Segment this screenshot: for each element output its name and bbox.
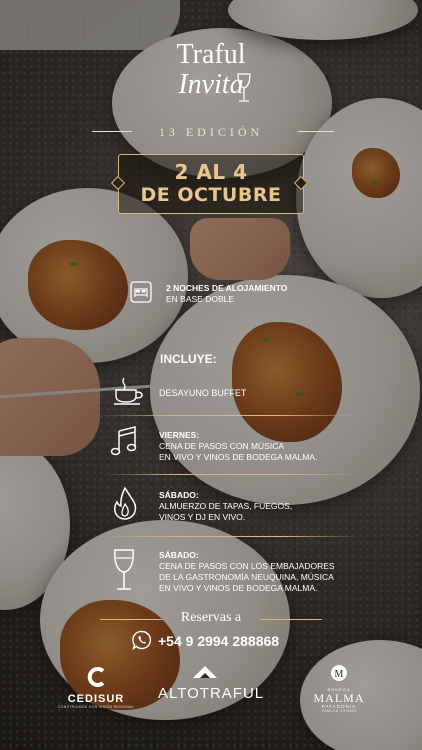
friday-line-1: CENA DE PASOS CON MÚSICA xyxy=(159,441,285,451)
wine-glass-logo-icon xyxy=(237,73,251,102)
saturday-lunch-day: SÁBADO: xyxy=(159,490,199,500)
saturday-lunch-line-1: ALMUERZO DE TAPAS, FUEGOS, xyxy=(159,501,293,511)
bed-icon xyxy=(130,281,152,303)
separator xyxy=(100,536,360,537)
edition-label: 13 EDICIÓN xyxy=(158,125,264,139)
separator xyxy=(100,474,360,475)
date-box: 2 AL 4 DE OCTUBRE xyxy=(118,154,304,214)
reservations-label: Reservas a xyxy=(180,610,242,625)
whatsapp-icon xyxy=(132,630,152,650)
includes-heading: INCLUYE: xyxy=(160,352,217,366)
wine-glass-icon xyxy=(114,549,134,590)
malma-logo: M BODEGA MALMA PATAGONIA FAMILIA VIRANO xyxy=(306,664,372,713)
coffee-cup-icon xyxy=(114,377,143,405)
lodging-title: 2 NOCHES DE ALOJAMIENTO xyxy=(166,283,288,293)
saturday-dinner-line-1: CENA DE PASOS CON LOS EMBAJADORES xyxy=(159,561,335,571)
saturday-lunch-line-2: VINOS Y DJ EN VIVO. xyxy=(159,512,246,522)
cedisur-logo: CEDISUR CONSTRUIMOS CON VISIÓN REGIONAL xyxy=(56,666,136,709)
cedisur-name: CEDISUR xyxy=(67,693,125,705)
edition-line-right xyxy=(298,131,334,132)
breakfast-label: DESAYUNO BUFFET xyxy=(159,388,247,398)
music-note-icon xyxy=(110,426,137,456)
saturday-dinner-line-3: EN VIVO Y VINOS DE BODEGA MALMA. xyxy=(159,583,318,593)
date-line-2: DE OCTUBRE xyxy=(140,184,282,206)
lodging-subtitle: EN BASE DOBLE xyxy=(166,294,235,304)
altotraful-name: ALTOTRAFUL xyxy=(158,685,265,702)
altotraful-mark-icon xyxy=(193,666,217,678)
reservas-line-right xyxy=(260,619,322,620)
fire-icon xyxy=(113,486,137,520)
altotraful-logo: ALTOTRAFUL xyxy=(158,664,265,702)
saturday-dinner-day: SÁBADO: xyxy=(159,550,199,560)
malma-seal-icon: M xyxy=(331,665,347,681)
cedisur-tagline: CONSTRUIMOS CON VISIÓN REGIONAL xyxy=(57,705,135,709)
title-traful: Traful xyxy=(176,39,246,70)
phone-number[interactable]: +54 9 2994 288868 xyxy=(158,633,279,649)
date-line-1: 2 AL 4 xyxy=(174,160,248,184)
title-invita: Invita xyxy=(178,69,244,100)
malma-tagline: FAMILIA VIRANO xyxy=(321,709,357,713)
poster-content: Traful Invita 13 EDICIÓN 2 AL 4 DE OCTUB… xyxy=(0,0,422,750)
separator xyxy=(100,415,360,416)
friday-day: VIERNES: xyxy=(159,430,200,440)
friday-line-2: EN VIVO Y VINOS DE BODEGA MALMA. xyxy=(159,452,318,462)
saturday-dinner-line-2: DE LA GASTRONOMÍA NEUQUINA, MÚSICA xyxy=(159,572,334,582)
svg-text:M: M xyxy=(335,669,344,680)
malma-name: MALMA xyxy=(313,691,365,705)
cedisur-mark-icon xyxy=(87,667,105,687)
